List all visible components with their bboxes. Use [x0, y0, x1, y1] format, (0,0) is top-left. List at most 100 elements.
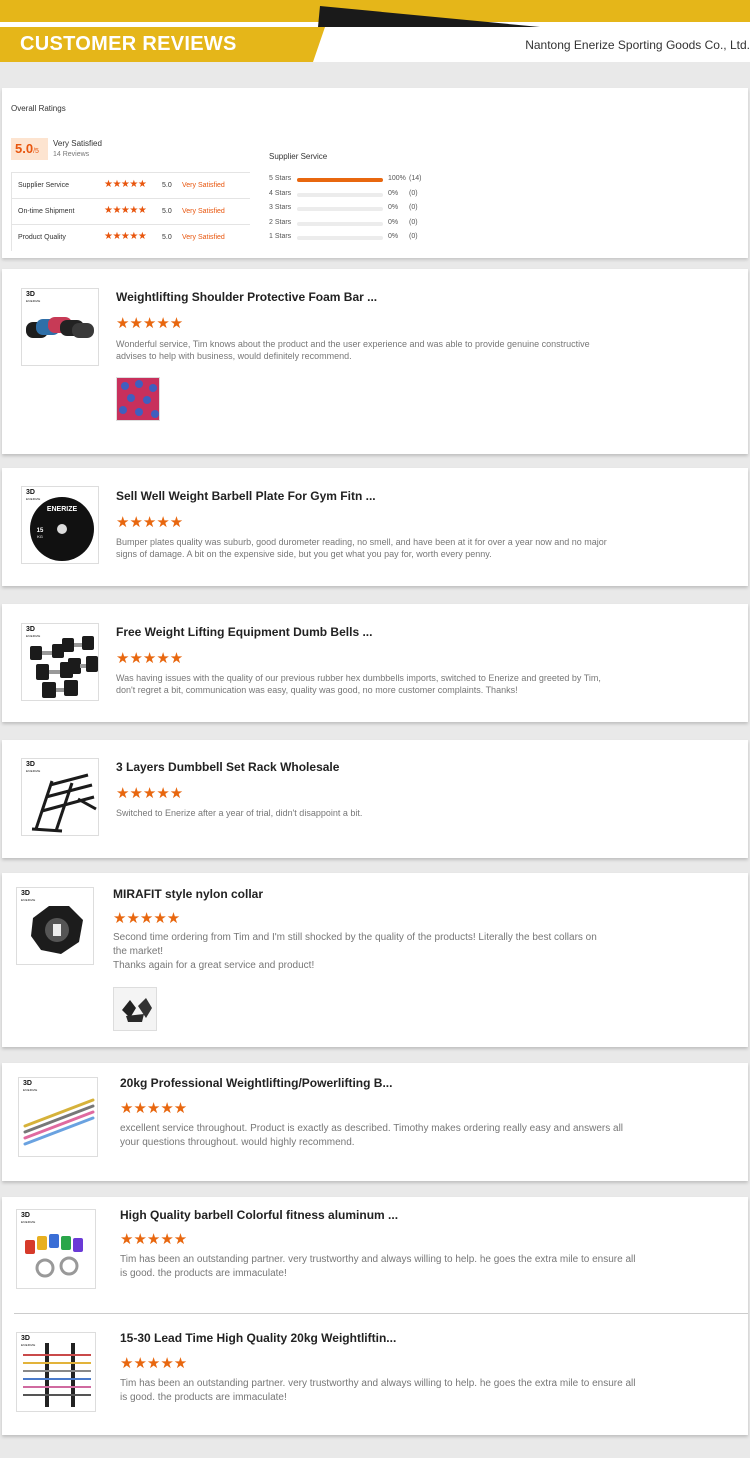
brand-logo-mark: 3D — [26, 489, 35, 496]
score-value: 5.0 — [15, 141, 34, 156]
distribution-bar — [297, 236, 383, 240]
product-thumbnail[interactable]: 3D ENERIZE — [21, 623, 99, 701]
distribution-label: 5 Stars — [269, 175, 292, 182]
brand-logo: 3D ENERIZE — [26, 291, 41, 304]
review-text: Tim has been an outstanding partner. ver… — [120, 1378, 636, 1403]
review-product-title[interactable]: 15-30 Lead Time High Quality 20kg Weight… — [120, 1331, 396, 1345]
category-text: Very Satisfied — [182, 234, 225, 241]
distribution-percent: 0% — [388, 189, 399, 197]
brand-logo-sub: ENERIZE — [26, 769, 41, 773]
brand-logo-mark: 3D — [26, 761, 35, 768]
star-rating: ★★★★★ — [104, 179, 147, 190]
brand-logo-sub: ENERIZE — [23, 1088, 38, 1092]
distribution-label: 1 Stars — [269, 233, 292, 240]
brand-logo-sub: ENERIZE — [26, 497, 41, 501]
review-product-title[interactable]: High Quality barbell Colorful fitness al… — [120, 1208, 398, 1222]
product-thumbnail[interactable]: 3D ENERIZE — [21, 288, 99, 366]
product-thumbnail[interactable]: 3D ENERIZE — [16, 1209, 96, 1289]
product-thumbnail[interactable]: 3D ENERIZE — [16, 1332, 96, 1412]
review-text: Tim has been an outstanding partner. ver… — [120, 1254, 636, 1279]
overall-ratings-title: Overall Ratings — [11, 104, 66, 113]
distribution-row: 5 Stars 100% (14) — [269, 173, 439, 188]
review-card: 3D ENERIZE 20kg Professional Weightliftin… — [2, 1063, 748, 1181]
brand-logo-sub: ENERIZE — [21, 1220, 36, 1224]
brand-logo-mark: 3D — [26, 291, 35, 298]
foam-texture-icon — [117, 378, 159, 420]
score-badge: 5.0/5 — [11, 138, 48, 160]
distribution-row: 4 Stars 0% (0) — [269, 188, 439, 203]
review-card: 3D ENERIZE MIRAFIT style nylon collar ★★★… — [2, 873, 748, 1047]
brand-logo-sub: ENERIZE — [26, 299, 41, 303]
review-text: excellent service throughout. Product is… — [120, 1123, 624, 1148]
category-text: Very Satisfied — [182, 182, 225, 189]
distribution-row: 3 Stars 0% (0) — [269, 202, 439, 217]
review-star-rating: ★★★★★ — [120, 1100, 188, 1117]
star-rating: ★★★★★ — [104, 231, 147, 242]
plate-unit-text: KG — [37, 534, 43, 539]
distribution-title: Supplier Service — [269, 152, 328, 161]
distribution-count: (0) — [409, 218, 418, 226]
brand-logo: 3D ENERIZE — [26, 626, 41, 639]
distribution-count: (14) — [409, 175, 422, 182]
brand-logo-mark: 3D — [21, 890, 30, 897]
distribution-bar — [297, 178, 383, 182]
review-attachment-image[interactable] — [116, 377, 160, 421]
review-text: Bumper plates quality was suburb, good d… — [116, 537, 607, 559]
review-star-rating: ★★★★★ — [116, 785, 184, 802]
category-label: Supplier Service — [18, 182, 69, 189]
review-card: 3D ENERIZE Weightlifting Shoulder Protect… — [2, 269, 748, 454]
product-thumbnail[interactable]: 3D ENERIZE — [21, 758, 99, 836]
distribution-percent: 0% — [388, 233, 399, 240]
review-star-rating: ★★★★★ — [116, 315, 184, 332]
brand-logo: 3D ENERIZE — [21, 890, 36, 903]
distribution-label: 3 Stars — [269, 204, 292, 211]
review-product-title[interactable]: 3 Layers Dumbbell Set Rack Wholesale — [116, 760, 339, 774]
review-attachment-image[interactable] — [113, 987, 157, 1031]
product-thumbnail[interactable]: ENERIZE 15 KG 3D ENERIZE — [21, 486, 99, 564]
category-row: Supplier Service ★★★★★ 5.0 Very Satisfie… — [12, 173, 250, 199]
review-text-line: Thanks again for a great service and pro… — [113, 960, 315, 971]
brand-logo-sub: ENERIZE — [26, 634, 41, 638]
brand-logo-mark: 3D — [21, 1335, 30, 1342]
review-card: 3D ENERIZE Free Weight Lifting Equipment … — [2, 604, 748, 722]
review-text: Wonderful service, Tim knows about the p… — [116, 339, 590, 361]
distribution-row: 2 Stars 0% (0) — [269, 217, 439, 232]
page-title: CUSTOMER REVIEWS — [20, 33, 237, 55]
review-star-rating: ★★★★★ — [116, 650, 184, 667]
review-product-title[interactable]: Free Weight Lifting Equipment Dumb Bells… — [116, 625, 372, 639]
distribution-percent: 0% — [388, 204, 399, 211]
product-thumbnail[interactable]: 3D ENERIZE — [16, 887, 94, 965]
category-value: 5.0 — [162, 208, 172, 215]
product-thumbnail[interactable]: 3D ENERIZE — [18, 1077, 98, 1157]
category-row: On-time Shipment ★★★★★ 5.0 Very Satisfie… — [12, 199, 250, 225]
review-count: 14 Reviews — [53, 151, 90, 158]
category-value: 5.0 — [162, 182, 172, 189]
review-product-title[interactable]: Sell Well Weight Barbell Plate For Gym F… — [116, 489, 376, 503]
review-star-rating: ★★★★★ — [116, 514, 184, 531]
brand-logo: 3D ENERIZE — [26, 761, 41, 774]
review-card: 3D ENERIZE High Quality barbell Colorful … — [2, 1197, 748, 1435]
reviews-page: CUSTOMER REVIEWS Nantong Enerize Sportin… — [0, 0, 750, 1458]
brand-logo: 3D ENERIZE — [21, 1212, 36, 1225]
review-divider — [14, 1313, 748, 1314]
review-text: Was having issues with the quality of ou… — [116, 673, 601, 695]
category-value: 5.0 — [162, 234, 172, 241]
score-label: Very Satisfied — [53, 139, 102, 148]
collar-photo-icon — [114, 988, 156, 1030]
review-product-title[interactable]: Weightlifting Shoulder Protective Foam B… — [116, 290, 377, 304]
review-product-title[interactable]: MIRAFIT style nylon collar — [113, 887, 263, 901]
review-text-line: Second time ordering from Tim and I'm st… — [113, 932, 597, 957]
score-suffix: /5 — [33, 148, 39, 155]
review-product-title[interactable]: 20kg Professional Weightlifting/Powerlif… — [120, 1076, 392, 1090]
distribution-percent: 100% — [388, 175, 406, 182]
star-distribution: 5 Stars 100% (14) 4 Stars 0% (0) 3 Stars 0% (0… — [269, 173, 439, 246]
distribution-percent: 0% — [388, 218, 399, 226]
distribution-bar — [297, 221, 383, 226]
category-text: Very Satisfied — [182, 208, 225, 215]
brand-logo-sub: ENERIZE — [21, 898, 36, 902]
distribution-label: 2 Stars — [269, 218, 292, 226]
category-ratings-table: Supplier Service ★★★★★ 5.0 Very Satisfie… — [11, 172, 250, 251]
category-row: Product Quality ★★★★★ 5.0 Very Satisfied — [12, 225, 250, 251]
review-card: ENERIZE 15 KG 3D ENERIZE Sell Well Weight… — [2, 468, 748, 586]
review-star-rating: ★★★★★ — [120, 1231, 188, 1248]
